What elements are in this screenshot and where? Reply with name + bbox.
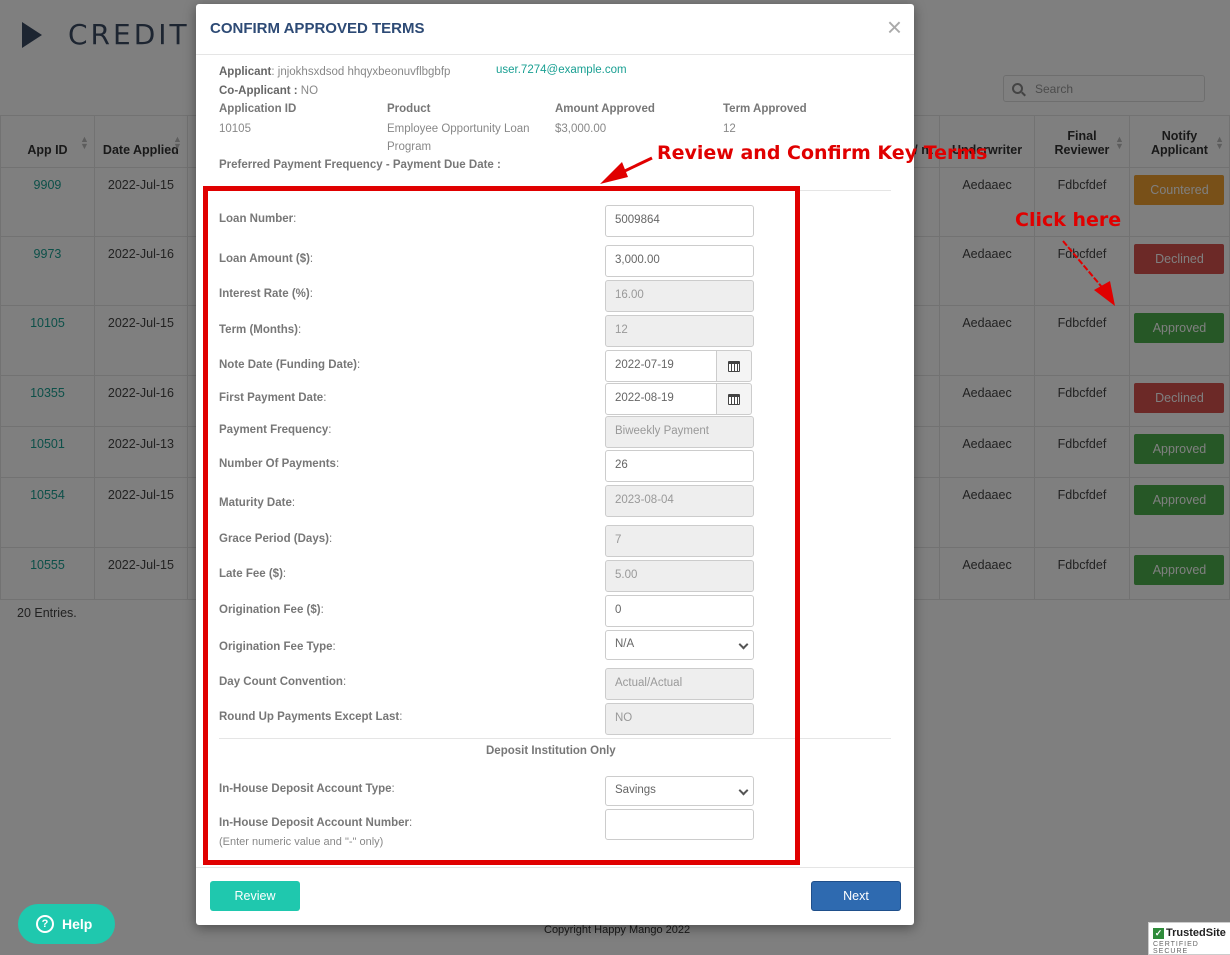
check-icon: ✓ [1153,927,1164,939]
arrow-icon [1062,240,1115,306]
arrow-icon [600,156,653,184]
annotation-arrows [600,156,1115,306]
help-button[interactable]: ? Help [18,904,115,944]
trustedsite-badge[interactable]: ✓ TrustedSite CERTIFIED SECURE [1148,922,1230,955]
help-label: Help [62,916,93,932]
question-icon: ? [36,915,54,933]
